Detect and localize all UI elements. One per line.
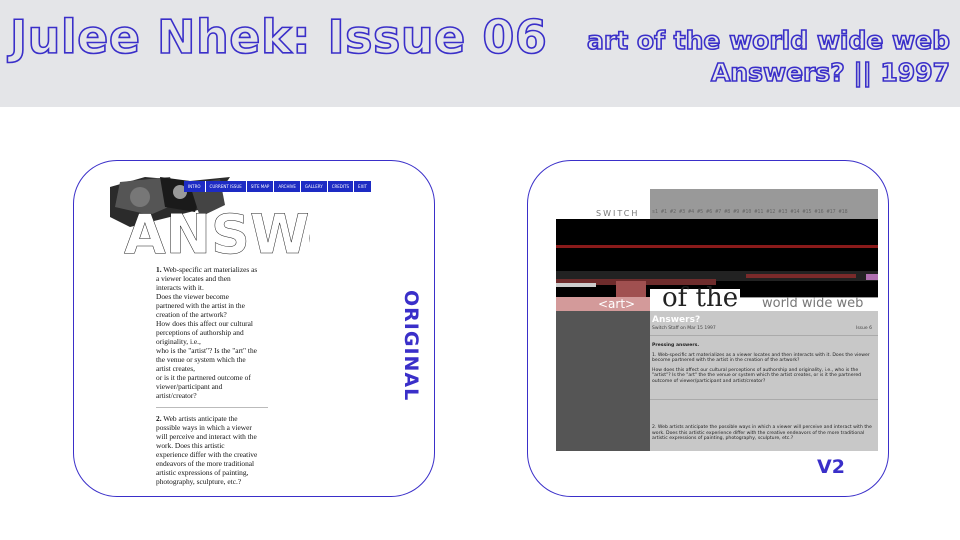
v2-article-body-2: 2. Web artists anticipate the possible w… [652,425,874,446]
v2-page-screenshot: SWITCH s1 #1 #2 #3 #4 #5 #6 #7 #8 #9 #10… [556,189,878,451]
q1b-line-2: partnered with the artist in the [156,301,245,310]
q1c-line-1: How does this affect our cultural [156,319,253,328]
v2-issue-label: Issue 6 [856,326,872,331]
q2-line-4: work. Does this artistic [156,441,225,450]
q2-line-5: experience differ with the creative [156,450,258,459]
q2-line-8: photography, sculpture, etc.? [156,477,242,486]
v2-world-wide-web-text: world wide web [762,296,864,311]
nav-item-site-map[interactable]: SITE MAP [247,181,275,192]
slide-subtitle: art of the world wide web [586,25,951,56]
q1b-line-1: Does the viewer become [156,292,229,301]
v2-paragraph-1: 1. Web-specific art materializes as a vi… [652,352,870,364]
q1-line-3: interacts with it. [156,283,204,292]
nav-item-credits[interactable]: CREDITS [328,181,355,192]
q1d-line-1: who is the "artist"? Is the "art" the [156,346,257,355]
nav-item-gallery[interactable]: GALLERY [301,181,328,192]
v2-art-tag: <art> [598,297,636,311]
v2-paragraph-3: 2. Web artists anticipate the possible w… [652,425,872,442]
v2-pressing-answers: Pressing answers. [652,343,700,348]
q1-line-1: Web-specific art materializes as [163,265,258,274]
q1d-line-3: artist creates, [156,364,195,373]
original-nav-bar: INTRO CURRENT ISSUE SITE MAP ARCHIVE GAL… [184,181,372,192]
question-2-number: 2. [156,414,162,423]
q1c-line-2: perceptions of authorship and [156,328,244,337]
answers-logo-text: ANSWers? [124,203,310,263]
v2-paragraph-2: How does this affect our cultural percep… [652,367,862,384]
q1e-line-1: or is it the partnered outcome of [156,373,251,382]
q2-line-7: artistic expressions of painting, [156,468,249,477]
v2-label: V2 [817,456,845,478]
slide-subtitle-2: Answers? || 1997 [710,57,951,88]
q1e-line-2: viewer/participant and [156,382,223,391]
v2-divider-2 [650,399,878,400]
nav-item-exit[interactable]: EXIT [354,181,372,192]
nav-item-current-issue[interactable]: CURRENT ISSUE [206,181,247,192]
q1-line-2: a viewer locates and then [156,274,231,283]
q1e-line-3: artist/creator? [156,391,197,400]
slide-title: Julee Nhek: Issue 06 [9,9,548,65]
v2-left-sidebar [556,311,650,451]
q1d-line-2: the venue or system which the [156,355,246,364]
divider [156,407,268,408]
nav-item-archive[interactable]: ARCHIVE [274,181,301,192]
v2-byline: Switch Staff on Mar 15 1997 [652,326,716,331]
v2-switch-logo: SWITCH [596,209,640,218]
q1c-line-3: originality, i.e., [156,337,201,346]
q1b-line-3: creation of the artwork? [156,310,227,319]
slide-header: Julee Nhek: Issue 06 art of the world wi… [0,0,960,107]
q2-line-3: will perceive and interact with the [156,432,257,441]
v2-issue-numbers[interactable]: s1 #1 #2 #3 #4 #5 #6 #7 #8 #9 #10 #11 #1… [652,209,848,215]
original-screenshot-card: ANSWers? INTRO CURRENT ISSUE SITE MAP AR… [73,160,435,497]
original-label: ORIGINAL [400,290,422,402]
v2-divider-1 [650,335,878,336]
q2-line-2: possible ways in which a viewer [156,423,252,432]
original-article-text: 1. Web-specific art materializes as a vi… [156,265,268,486]
question-1-number: 1. [156,265,162,274]
v2-article-heading: Answers? [652,315,701,325]
q2-line-1: Web artists anticipate the [163,414,238,423]
nav-item-intro[interactable]: INTRO [184,181,206,192]
v2-screenshot-card: SWITCH s1 #1 #2 #3 #4 #5 #6 #7 #8 #9 #10… [527,160,889,497]
q2-line-6: endeavors of the more traditional [156,459,255,468]
v2-of-the-text: of the [662,283,739,313]
v2-article-body: Pressing answers. 1. Web-specific art ma… [652,343,874,389]
